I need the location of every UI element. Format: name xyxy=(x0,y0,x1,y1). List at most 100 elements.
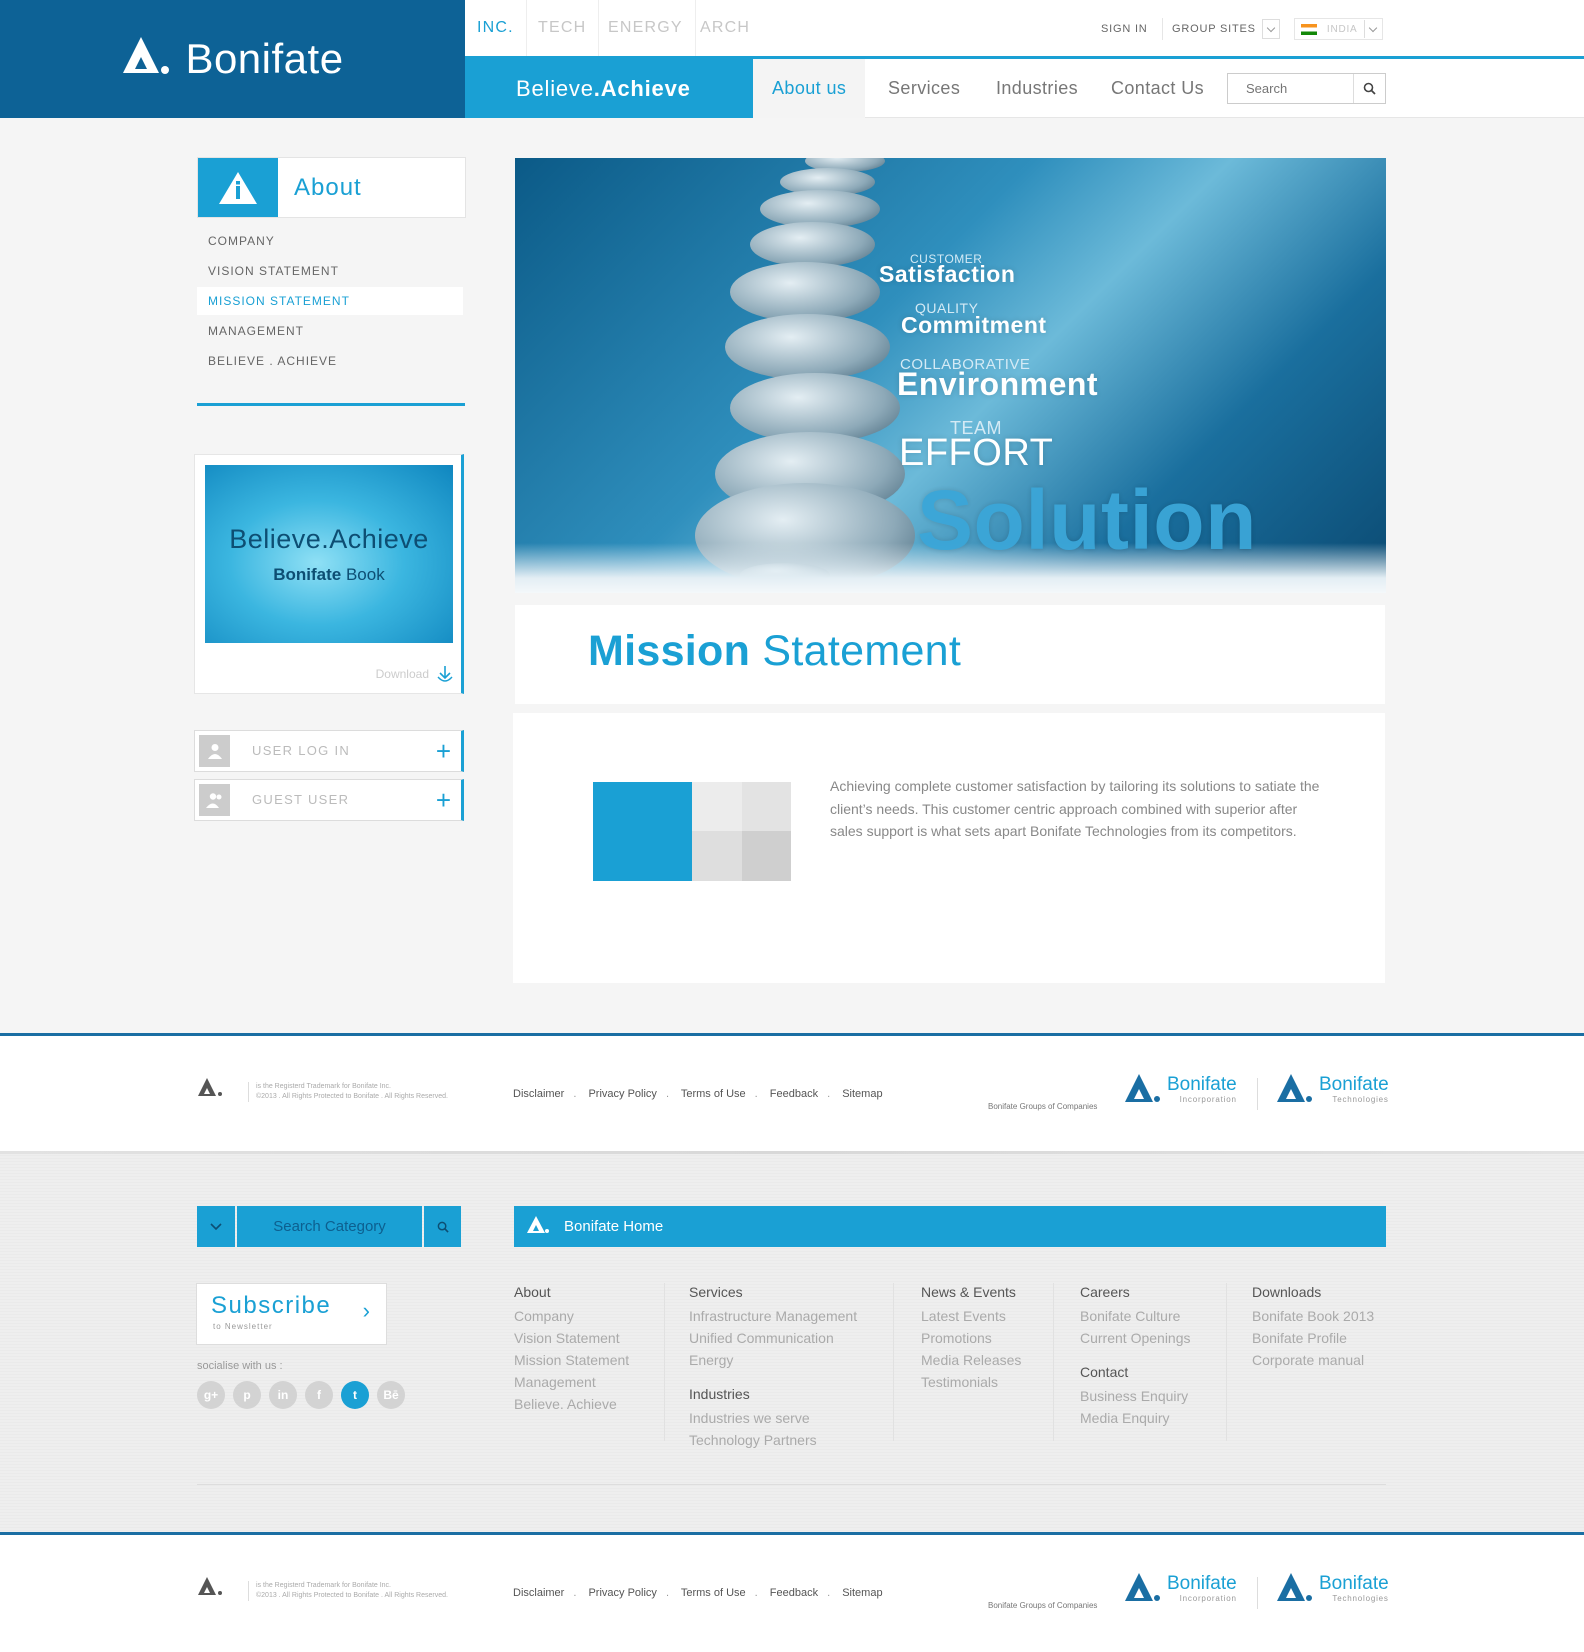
col-heading-contact[interactable]: Contact xyxy=(1080,1361,1191,1383)
book-cover-image[interactable]: Believe.Achieve Bonifate Book xyxy=(205,465,453,643)
col-heading-careers[interactable]: Careers xyxy=(1080,1281,1191,1303)
bonifate-inc-logo[interactable]: Bonifate Incorporation xyxy=(1125,1573,1237,1605)
link-disclaimer[interactable]: Disclaimer xyxy=(513,1088,564,1100)
footer-link[interactable]: Promotions xyxy=(921,1327,1021,1349)
link-feedback[interactable]: Feedback xyxy=(770,1587,818,1599)
plus-icon: + xyxy=(435,736,451,766)
sidebar-item-mission-statement[interactable]: MISSION STATEMENT xyxy=(197,287,463,315)
download-label: Download xyxy=(375,667,429,681)
search-input[interactable] xyxy=(1228,74,1352,103)
link-sitemap[interactable]: Sitemap xyxy=(842,1088,882,1100)
footer-link[interactable]: Corporate manual xyxy=(1252,1349,1374,1371)
linkedin-icon[interactable]: in xyxy=(269,1381,297,1409)
group-sites-label: GROUP SITES xyxy=(1172,23,1256,35)
link-terms-of-use[interactable]: Terms of Use xyxy=(681,1587,746,1599)
search-icon xyxy=(1363,82,1376,95)
hero-word-satisfaction: Satisfaction xyxy=(879,261,1016,287)
footer-link[interactable]: Vision Statement xyxy=(514,1327,629,1349)
footer-link[interactable]: Industries we serve xyxy=(689,1407,857,1429)
link-privacy-policy[interactable]: Privacy Policy xyxy=(588,1088,656,1100)
country-label: INDIA xyxy=(1326,24,1358,35)
sidebar-item-company[interactable]: COMPANY xyxy=(197,227,463,255)
tab-energy[interactable]: ENERGY xyxy=(596,0,696,56)
groups-label: Bonifate Groups of Companies xyxy=(988,1601,1098,1610)
footer-link[interactable]: Infrastructure Management xyxy=(689,1305,857,1327)
chevron-down-icon xyxy=(1261,19,1280,40)
facebook-icon[interactable]: f xyxy=(305,1381,333,1409)
book-word: Book xyxy=(341,564,385,584)
footer-link[interactable]: Media Releases xyxy=(921,1349,1021,1371)
link-privacy-policy[interactable]: Privacy Policy xyxy=(588,1587,656,1599)
link-disclaimer[interactable]: Disclaimer xyxy=(513,1587,564,1599)
footer-link[interactable]: Mission Statement xyxy=(514,1349,629,1371)
bonifate-tech-logo[interactable]: Bonifate Technologies xyxy=(1277,1074,1389,1106)
sidebar-item-vision-statement[interactable]: VISION STATEMENT xyxy=(197,257,463,285)
footer-col-divider xyxy=(1226,1283,1227,1441)
tagline-dot: . xyxy=(593,76,601,101)
download-button[interactable]: Download xyxy=(376,665,453,683)
tab-arch[interactable]: ARCH xyxy=(688,0,762,56)
footer-link[interactable]: Media Enquiry xyxy=(1080,1407,1191,1429)
bonifate-home-link[interactable]: Bonifate Home xyxy=(514,1206,1386,1247)
footer-link[interactable]: Believe. Achieve xyxy=(514,1393,629,1415)
arrow-right-icon: › xyxy=(362,1298,370,1323)
hero-word-commitment: Commitment xyxy=(901,312,1047,338)
col-heading-downloads[interactable]: Downloads xyxy=(1252,1281,1374,1303)
footer-link[interactable]: Business Enquiry xyxy=(1080,1385,1191,1407)
col-heading-services[interactable]: Services xyxy=(689,1281,857,1303)
footer-link[interactable]: Bonifate Book 2013 xyxy=(1252,1305,1374,1327)
subscribe-label: Subscribe xyxy=(211,1292,332,1319)
bonifate-logo-icon xyxy=(1277,1573,1312,1601)
user-login-button[interactable]: USER LOG IN + xyxy=(194,730,464,772)
footer-link[interactable]: Bonifate Culture xyxy=(1080,1305,1191,1327)
country-selector[interactable]: INDIA xyxy=(1294,18,1383,40)
guest-user-button[interactable]: GUEST USER + xyxy=(194,779,464,821)
footer-link[interactable]: Latest Events xyxy=(921,1305,1021,1327)
user-avatar-icon xyxy=(199,735,230,767)
footer-link[interactable]: Management xyxy=(514,1371,629,1393)
bonifate-tech-logo[interactable]: Bonifate Technologies xyxy=(1277,1573,1389,1605)
group-sites-dropdown[interactable]: GROUP SITES xyxy=(1172,18,1280,40)
book-title: Believe.Achieve xyxy=(229,523,429,554)
footer-col-careers: Careers Bonifate Culture Current Opening… xyxy=(1080,1281,1191,1429)
footer-divider xyxy=(197,1484,1386,1485)
brand-logo[interactable]: Bonifate xyxy=(0,0,465,118)
footer-link[interactable]: Energy xyxy=(689,1349,857,1371)
tab-inc[interactable]: INC. xyxy=(465,0,527,56)
footer-link[interactable]: Technology Partners xyxy=(689,1429,857,1451)
category-dropdown-button[interactable] xyxy=(197,1206,235,1247)
sidebar-item-management[interactable]: MANAGEMENT xyxy=(197,317,463,345)
col-heading-news[interactable]: News & Events xyxy=(921,1281,1021,1303)
category-search-input[interactable]: Search Category xyxy=(237,1206,422,1247)
col-heading-about[interactable]: About xyxy=(514,1281,629,1303)
sign-in-link[interactable]: SIGN IN xyxy=(1101,18,1163,40)
search-button[interactable] xyxy=(1353,74,1385,103)
legal-line-2: ©2013 . All Rights Protected to Bonifate… xyxy=(256,1592,448,1599)
twitter-icon[interactable]: t xyxy=(341,1381,369,1409)
link-terms-of-use[interactable]: Terms of Use xyxy=(681,1088,746,1100)
footer-link[interactable]: Bonifate Profile xyxy=(1252,1327,1374,1349)
google-plus-icon[interactable]: g+ xyxy=(197,1381,225,1409)
chevron-down-icon xyxy=(210,1222,222,1230)
link-feedback[interactable]: Feedback xyxy=(770,1088,818,1100)
footer-link[interactable]: Unified Communication xyxy=(689,1327,857,1349)
behance-icon[interactable]: Bē xyxy=(377,1381,405,1409)
nav-contact-us[interactable]: Contact Us xyxy=(1111,59,1204,118)
tagline-achieve: Achieve xyxy=(600,76,691,101)
nav-industries[interactable]: Industries xyxy=(996,59,1078,118)
subscribe-newsletter-button[interactable]: Subscribe to Newsletter › xyxy=(196,1283,387,1345)
pinterest-icon[interactable]: p xyxy=(233,1381,261,1409)
footer-link[interactable]: Testimonials xyxy=(921,1371,1021,1393)
footer-link[interactable]: Current Openings xyxy=(1080,1327,1191,1349)
sidebar-item-believe-achieve[interactable]: BELIEVE . ACHIEVE xyxy=(197,347,463,375)
footer-link[interactable]: Company xyxy=(514,1305,629,1327)
category-search-button[interactable] xyxy=(424,1206,461,1247)
col-heading-industries[interactable]: Industries xyxy=(689,1383,857,1405)
user-login-label: USER LOG IN xyxy=(252,743,351,758)
tab-tech[interactable]: TECH xyxy=(526,0,600,56)
bonifate-inc-logo[interactable]: Bonifate Incorporation xyxy=(1125,1074,1237,1106)
nav-services[interactable]: Services xyxy=(888,59,960,118)
link-sitemap[interactable]: Sitemap xyxy=(842,1587,882,1599)
footer-logo-divider xyxy=(1257,1577,1258,1609)
nav-about-us[interactable]: About us xyxy=(753,59,866,118)
